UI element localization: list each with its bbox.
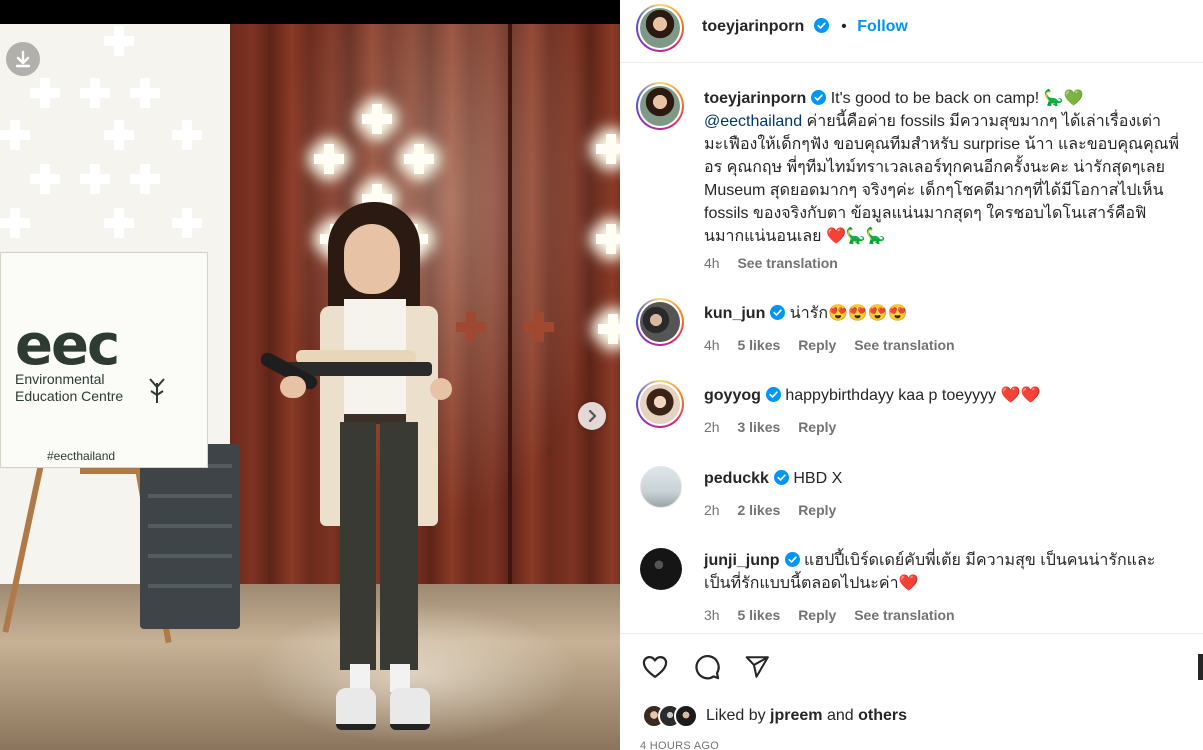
comment-icon <box>695 655 720 680</box>
verified-icon <box>770 305 786 320</box>
chevron-right-icon <box>588 410 597 422</box>
eec-sign: eec Environmental Education Centre #eect… <box>0 252 208 468</box>
sign-logo: eec <box>15 313 120 378</box>
commenter-avatar[interactable] <box>640 548 682 590</box>
commenter-avatar[interactable] <box>636 380 684 428</box>
liked-by-and: and <box>826 707 854 724</box>
commenter-avatar[interactable] <box>636 298 684 346</box>
verified-icon <box>773 470 789 485</box>
comment-text: น่ารัก😍😍😍😍 <box>789 305 908 322</box>
sign-hashtag: #eecthailand <box>47 449 116 463</box>
actions-divider <box>620 633 1203 634</box>
comment-likes[interactable]: 5 likes <box>737 607 780 623</box>
liked-by-row: Liked by jpreem and others <box>642 703 907 729</box>
see-translation-button[interactable]: See translation <box>854 337 954 353</box>
share-icon <box>745 656 769 678</box>
share-button[interactable] <box>742 652 772 682</box>
heart-icon <box>642 655 668 679</box>
liked-by-others[interactable]: others <box>858 707 907 725</box>
header-author-row: toeyjarinporn • Follow <box>702 18 908 36</box>
reply-button[interactable]: Reply <box>798 607 836 623</box>
like-button[interactable] <box>640 652 670 682</box>
comment-time: 2h <box>704 419 720 435</box>
photo-scene: eec Environmental Education Centre #eect… <box>0 24 620 750</box>
comment-username[interactable]: peduckk <box>704 470 769 487</box>
caption-line1: It's good to be back on camp! 🦕💚 <box>830 90 1084 107</box>
comment-meta: 3h 5 likes Reply See translation <box>704 607 969 623</box>
save-icon[interactable] <box>1198 654 1203 680</box>
author-avatar[interactable] <box>636 4 684 52</box>
comment-likes[interactable]: 2 likes <box>737 502 780 518</box>
comment-text: HBD X <box>793 470 843 487</box>
post-header: toeyjarinporn • Follow <box>620 0 1203 63</box>
wall-pattern <box>104 26 134 56</box>
stacked-chairs <box>140 444 240 629</box>
verified-icon <box>811 90 827 105</box>
download-icon <box>15 50 31 68</box>
commenter-avatar[interactable] <box>640 466 682 508</box>
reply-button[interactable]: Reply <box>798 419 836 435</box>
comment-time: 3h <box>704 607 720 623</box>
instagram-post-view: eec Environmental Education Centre #eect… <box>0 0 1203 750</box>
comment-meta: 4h 5 likes Reply See translation <box>704 337 969 353</box>
comment-likes[interactable]: 5 likes <box>737 337 780 353</box>
caption-meta: 4h See translation <box>704 255 852 271</box>
caption-body: ค่ายนี้คือค่าย fossils มีความสุขมากๆ ได้… <box>704 113 1180 245</box>
verified-icon <box>765 387 781 402</box>
comment: goyyog happybirthdayy kaa p toeyyyy ❤️❤️ <box>704 384 1184 407</box>
comment: kun_jun น่ารัก😍😍😍😍 <box>704 302 1184 325</box>
comment-likes[interactable]: 3 likes <box>737 419 780 435</box>
header-dot-separator: • <box>841 18 847 35</box>
comment-username[interactable]: junji_junp <box>704 552 780 569</box>
caption-time: 4h <box>704 255 720 271</box>
caption-username[interactable]: toeyjarinporn <box>704 90 806 107</box>
caption-text: toeyjarinporn It's good to be back on ca… <box>704 87 1184 248</box>
follow-button[interactable]: Follow <box>857 18 908 35</box>
comment-time: 4h <box>704 337 720 353</box>
sprout-icon <box>149 378 165 403</box>
comment-time: 2h <box>704 502 720 518</box>
reply-button[interactable]: Reply <box>798 337 836 353</box>
liker-avatar <box>674 704 698 728</box>
comment: peduckk HBD X <box>704 467 1184 490</box>
author-username[interactable]: toeyjarinporn <box>702 18 804 35</box>
comment: junji_junp แฮปปี้เบิร์ดเดย์คับพี่เต้ย มี… <box>704 549 1174 595</box>
verified-icon <box>784 552 800 567</box>
caption-avatar[interactable] <box>636 82 684 130</box>
comment-meta: 2h 2 likes Reply <box>704 502 850 518</box>
post-photo[interactable]: eec Environmental Education Centre #eect… <box>0 0 620 750</box>
verified-icon <box>813 18 829 33</box>
sign-text-line1: Environmental <box>15 371 105 387</box>
comment-username[interactable]: kun_jun <box>704 305 765 322</box>
liked-by-prefix: Liked by <box>706 707 766 724</box>
see-translation-button[interactable]: See translation <box>854 607 954 623</box>
see-translation-button[interactable]: See translation <box>737 255 837 271</box>
comment-username[interactable]: goyyog <box>704 387 761 404</box>
mention-link[interactable]: @eecthailand <box>704 113 802 130</box>
sign-text-line2: Education Centre <box>15 388 124 404</box>
liked-by-user[interactable]: jpreem <box>770 707 822 725</box>
post-side-panel: toeyjarinporn • Follow toeyjarinporn It'… <box>620 0 1203 750</box>
comment-meta: 2h 3 likes Reply <box>704 419 850 435</box>
reply-button[interactable]: Reply <box>798 502 836 518</box>
door-light-pattern <box>362 104 392 134</box>
next-photo-button[interactable] <box>578 402 606 430</box>
download-button[interactable] <box>6 42 40 76</box>
comment-text: happybirthdayy kaa p toeyyyy ❤️❤️ <box>785 387 1041 404</box>
comment-button[interactable] <box>692 652 722 682</box>
post-time-ago[interactable]: 4 HOURS AGO <box>640 740 719 750</box>
